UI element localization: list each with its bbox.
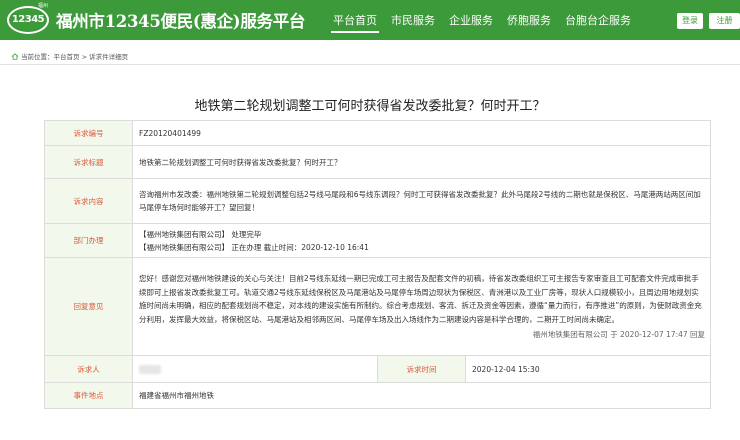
label-content: 诉求内容 — [44, 178, 133, 224]
label-title: 诉求标题 — [44, 145, 133, 179]
row-person-time: 诉求人 诉求时间 2020-12-04 15:30 — [44, 355, 712, 383]
label-time: 诉求时间 — [377, 355, 466, 383]
logo-sub: 福州 — [38, 3, 49, 9]
breadcrumb: 当前位置：平台首页 > 诉求件详细页 — [11, 51, 128, 61]
value-title: 地铁第二轮规划调整工可何时获得省发改委批复？何时开工？ — [131, 145, 712, 179]
value-reply: 您好！感谢您对福州地铁建设的关心与关注！目前2号线东延线一期已完成工可主报告及配… — [131, 257, 712, 356]
reply-meta: 福州地铁集团有限公司 于 2020-12-07 17:47 回复 — [532, 330, 706, 339]
label-reply: 回复意见 — [44, 257, 133, 356]
nav-taiwan[interactable]: 台胞台企服务 — [563, 11, 633, 33]
home-icon — [11, 53, 19, 60]
header-divider — [0, 64, 740, 65]
person-redacted — [139, 365, 161, 374]
page-title: 地铁第二轮规划调整工可何时获得省发改委批复？何时开工？ — [194, 99, 546, 114]
row-dept: 部门办理 【福州地铁集团有限公司】 处理完毕 【福州地铁集团有限公司】 正在办理… — [44, 223, 712, 258]
value-person — [132, 355, 378, 383]
dept-line-2: 【福州地铁集团有限公司】 正在办理 截止时间：2020-12-10 16:41 — [139, 242, 369, 252]
label-person: 诉求人 — [44, 355, 133, 383]
nav-overseas[interactable]: 侨胞服务 — [505, 11, 553, 33]
row-reply: 回复意见 您好！感谢您对福州地铁建设的关心与关注！目前2号线东延线一期已完成工可… — [44, 257, 712, 356]
value-id: FZ20120401499 — [131, 120, 712, 146]
nav-home[interactable]: 平台首页 — [331, 11, 379, 33]
request-detail-table: 诉求编号 FZ20120401499 诉求标题 地铁第二轮规划调整工可何时获得省… — [44, 120, 712, 409]
register-button[interactable]: 注册 — [709, 13, 740, 29]
value-content: 咨询福州市发改委：福州地铁第二轮规划调整包括2号线马尾段和6号线东调段？何时工可… — [131, 178, 712, 224]
breadcrumb-text[interactable]: 当前位置：平台首页 > 诉求件详细页 — [21, 53, 128, 61]
nav-citizen[interactable]: 市民服务 — [389, 11, 437, 33]
reply-text: 您好！感谢您对福州地铁建设的关心与关注！目前2号线东延线一期已完成工可主报告及配… — [139, 274, 702, 324]
header-bar: 12345 福州 福州市12345便民(惠企)服务平台 平台首页 市民服务 企业… — [0, 0, 740, 40]
site-logo[interactable]: 12345 — [7, 6, 49, 34]
row-id: 诉求编号 FZ20120401499 — [44, 120, 712, 146]
dept-line-1: 【福州地铁集团有限公司】 处理完毕 — [139, 229, 262, 239]
login-button[interactable]: 登录 — [677, 13, 703, 29]
row-content: 诉求内容 咨询福州市发改委：福州地铁第二轮规划调整包括2号线马尾段和6号线东调段… — [44, 178, 712, 224]
row-title: 诉求标题 地铁第二轮规划调整工可何时获得省发改委批复？何时开工？ — [44, 145, 712, 179]
main-nav: 平台首页 市民服务 企业服务 侨胞服务 台胞台企服务 — [331, 11, 643, 33]
row-location: 事件地点 福建省福州市福州地铁 — [44, 382, 712, 409]
value-dept: 【福州地铁集团有限公司】 处理完毕 【福州地铁集团有限公司】 正在办理 截止时间… — [131, 223, 712, 258]
nav-enterprise[interactable]: 企业服务 — [447, 11, 495, 33]
value-location: 福建省福州市福州地铁 — [131, 382, 712, 409]
label-id: 诉求编号 — [44, 120, 133, 146]
label-dept: 部门办理 — [44, 223, 133, 258]
site-title: 福州市12345便民(惠企)服务平台 — [56, 12, 306, 31]
value-time: 2020-12-04 15:30 — [464, 355, 712, 383]
logo-text: 12345 — [11, 14, 45, 25]
label-location: 事件地点 — [44, 382, 133, 409]
